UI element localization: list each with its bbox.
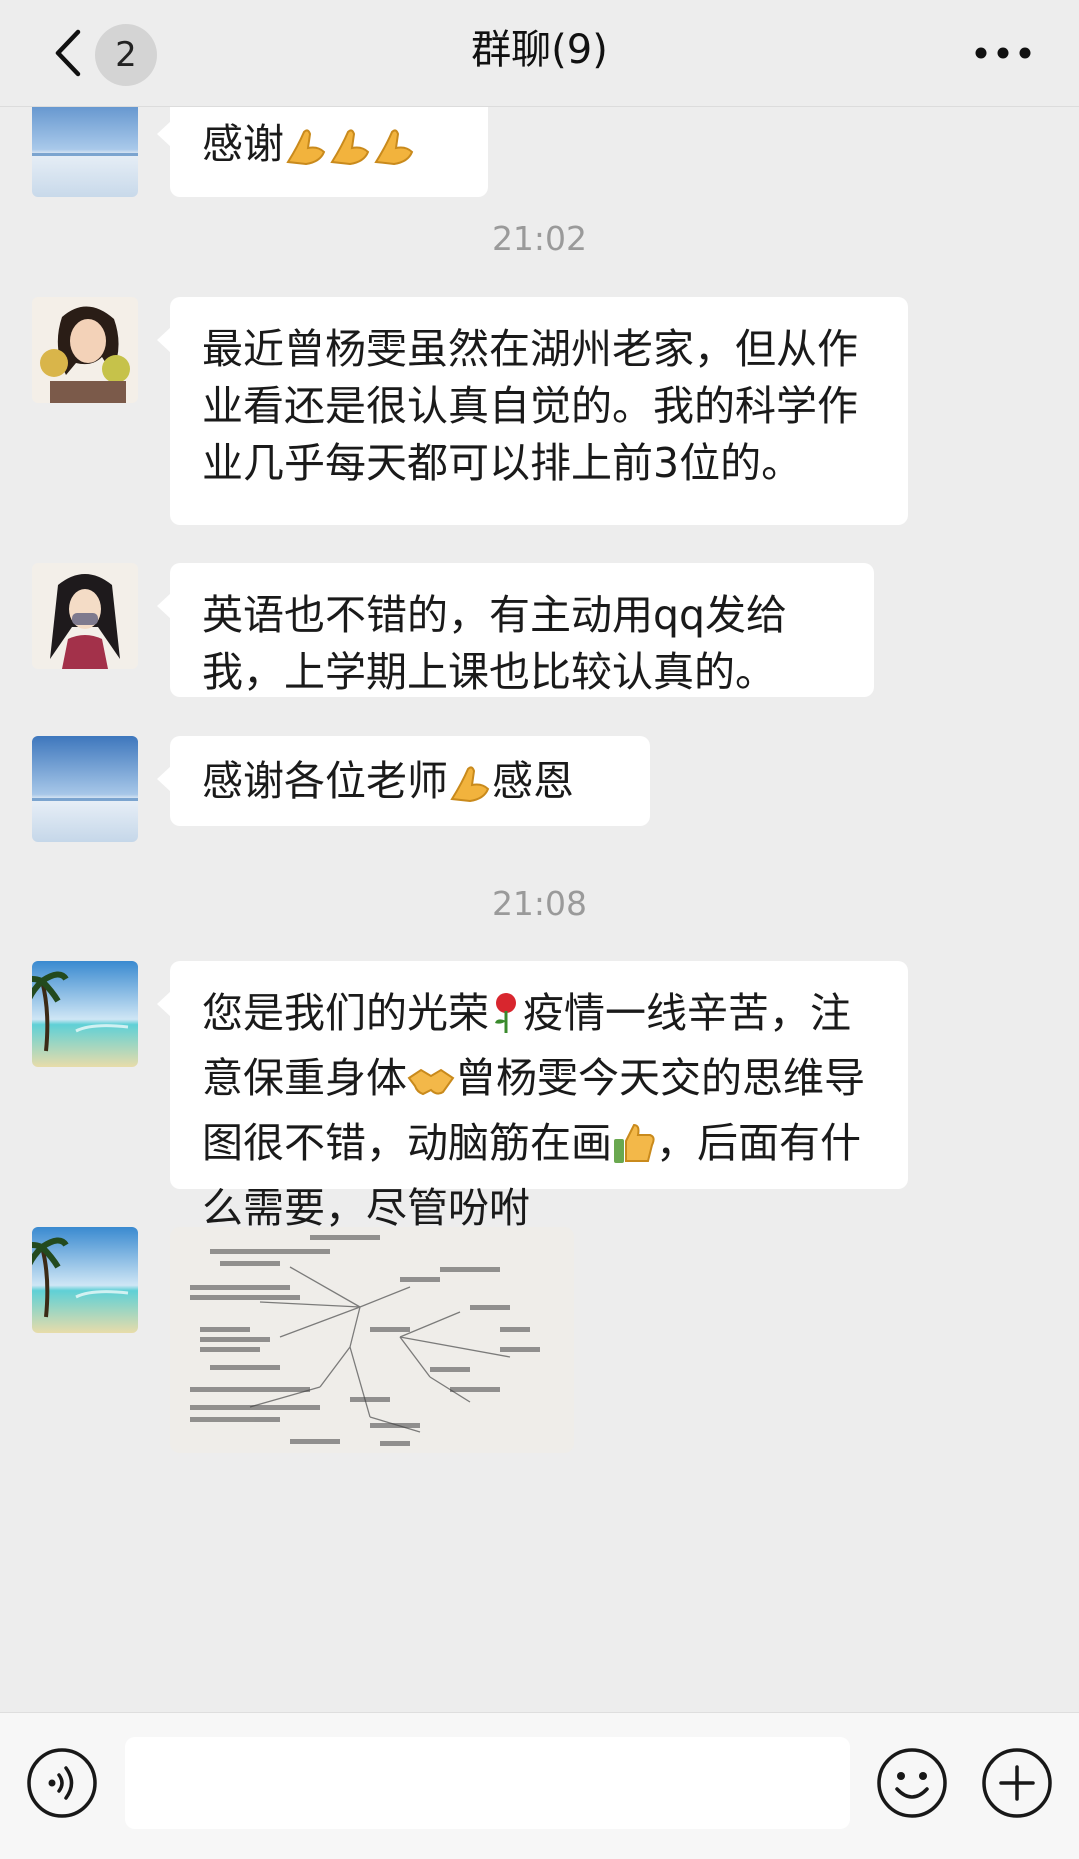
chat-header: 2 群聊(9) — [0, 0, 1079, 107]
folded-hands-icon — [448, 761, 492, 818]
chevron-left-icon — [55, 29, 81, 77]
message-text: 感恩 — [492, 757, 574, 805]
avatar-ocean[interactable] — [32, 107, 138, 197]
message-input[interactable] — [125, 1737, 850, 1829]
avatar-tropical-beach[interactable] — [32, 961, 138, 1067]
voice-input-button[interactable] — [26, 1747, 98, 1819]
emoji-button[interactable] — [876, 1747, 948, 1819]
back-button[interactable]: 2 — [40, 22, 190, 86]
plus-circle-icon — [982, 1748, 1052, 1818]
thumbs-up-icon — [612, 1121, 656, 1180]
message-bubble[interactable]: 感谢 — [157, 107, 488, 197]
message-text: 感谢各位老师 — [202, 757, 448, 805]
more-functions-button[interactable] — [981, 1747, 1053, 1819]
more-options-button[interactable] — [967, 26, 1039, 80]
message-text: 感谢 — [202, 120, 284, 168]
folded-hands-icon — [328, 123, 372, 181]
timestamp: 21:08 — [491, 884, 588, 923]
voice-icon — [27, 1748, 97, 1818]
message-list[interactable]: 感谢 21:02 最近曾杨雯虽然在湖州老家，但从作业看还是很认真自觉的。我的科学… — [0, 107, 1079, 1712]
message-text: 您是我们的光荣 — [202, 989, 489, 1037]
mind-map-photo-icon — [170, 1227, 574, 1453]
message-bubble[interactable]: 您是我们的光荣 疫情一线辛苦，注意保重身体 曾杨雯今天交的思维导图很不错，动脑筋… — [157, 961, 908, 1232]
input-bar — [0, 1712, 1079, 1859]
avatar-tropical-beach[interactable] — [32, 1227, 138, 1333]
message-text: 英语也不错的，有主动用qq发给我，上学期上课也比较认真的。 — [202, 591, 788, 696]
folded-hands-icon — [372, 123, 416, 181]
avatar-woman[interactable] — [32, 297, 138, 403]
message-bubble[interactable]: 英语也不错的，有主动用qq发给我，上学期上课也比较认真的。 — [157, 563, 874, 697]
more-dots-icon — [975, 47, 1031, 59]
image-message[interactable] — [170, 1227, 574, 1453]
message-bubble[interactable]: 最近曾杨雯虽然在湖州老家，但从作业看还是很认真自觉的。我的科学作业几乎每天都可以… — [157, 297, 908, 525]
smiley-icon — [877, 1748, 947, 1818]
avatar-ocean[interactable] — [32, 736, 138, 842]
handshake-icon — [407, 1058, 455, 1115]
avatar-cartoon-girl[interactable] — [32, 563, 138, 669]
folded-hands-icon — [284, 123, 328, 181]
message-bubble[interactable]: 感谢各位老师 感恩 — [157, 736, 650, 826]
rose-icon — [489, 991, 523, 1050]
message-text: 最近曾杨雯虽然在湖州老家，但从作业看还是很认真自觉的。我的科学作业几乎每天都可以… — [202, 325, 858, 487]
unread-count-badge: 2 — [95, 24, 157, 86]
timestamp: 21:02 — [491, 219, 588, 258]
